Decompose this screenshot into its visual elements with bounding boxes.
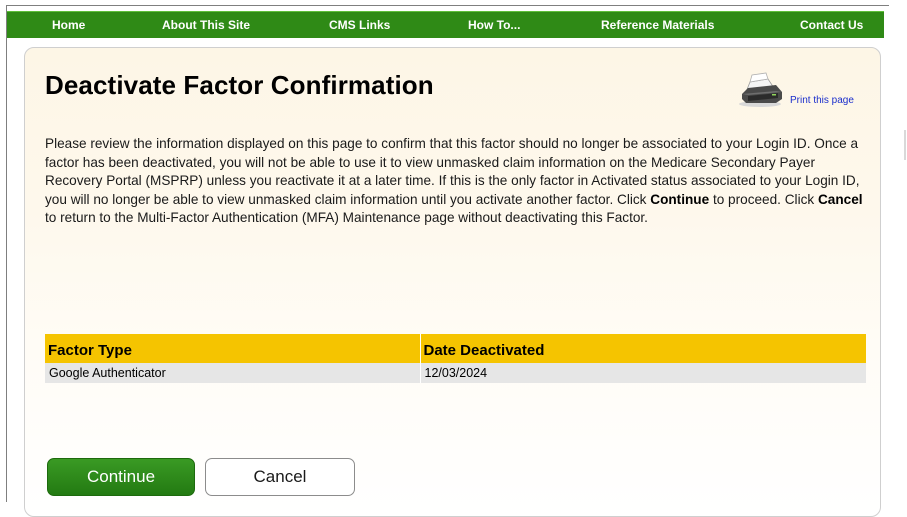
instruction-middle: to proceed. Click (712, 191, 815, 207)
confirmation-description: Please review the information displayed … (45, 135, 875, 228)
continue-button[interactable]: Continue (47, 458, 195, 496)
printer-icon[interactable] (738, 72, 784, 108)
cancel-button[interactable]: Cancel (205, 458, 355, 496)
table-row: Google Authenticator 12/03/2024 (45, 363, 866, 383)
table-header-row: Factor Type Date Deactivated (45, 334, 866, 363)
instruction-suffix: to return to the Multi-Factor Authentica… (45, 210, 648, 226)
nav-about-this-site[interactable]: About This Site (162, 18, 250, 32)
factor-table: Factor Type Date Deactivated Google Auth… (45, 334, 866, 383)
page-title: Deactivate Factor Confirmation (45, 70, 434, 100)
cell-date-deactivated: 12/03/2024 (420, 363, 866, 383)
nav-how-to[interactable]: How To... (468, 18, 520, 32)
print-this-page-link[interactable]: Print this page (790, 95, 854, 106)
instruction-cancel-word: Cancel (817, 191, 863, 207)
scroll-edge-mark (904, 130, 906, 160)
top-navigation-bar: Home About This Site CMS Links How To...… (7, 11, 884, 38)
cell-factor-type: Google Authenticator (45, 363, 421, 383)
right-page-edge (889, 5, 900, 502)
header-date-deactivated: Date Deactivated (420, 334, 866, 363)
nav-contact-us[interactable]: Contact Us (800, 18, 863, 32)
header-factor-type: Factor Type (45, 334, 421, 363)
nav-reference-materials[interactable]: Reference Materials (601, 18, 714, 32)
instruction-prefix: Click (617, 191, 647, 207)
print-area: Print this page (738, 72, 872, 108)
content-panel (24, 47, 881, 517)
instruction-continue-word: Continue (650, 191, 710, 207)
nav-home[interactable]: Home (52, 18, 85, 32)
nav-cms-links[interactable]: CMS Links (329, 18, 390, 32)
